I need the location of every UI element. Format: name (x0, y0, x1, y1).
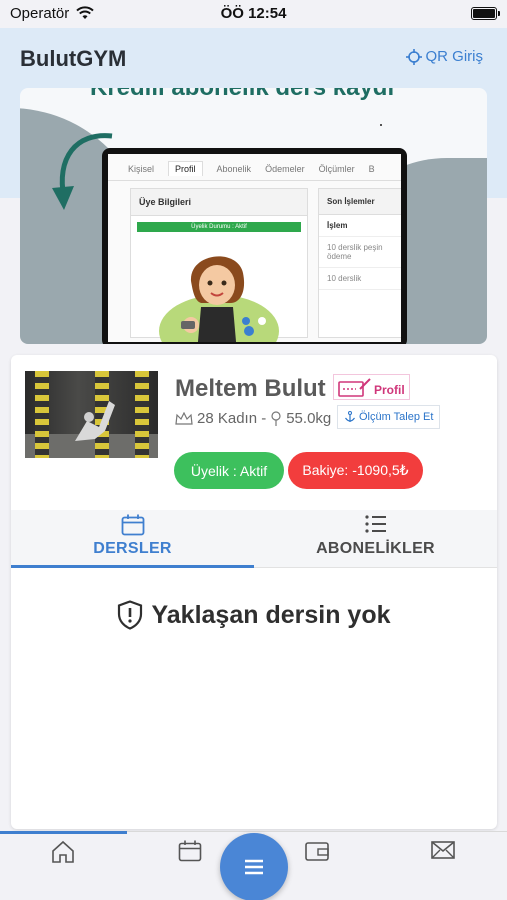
laptop-illustration: Kişisel Profil Abonelik Ödemeler Ölçümle… (102, 148, 407, 344)
app-title: BulutGYM (20, 46, 127, 71)
member-meta: 28 Kadın - 55.0kg (175, 410, 331, 427)
anchor-icon (345, 411, 355, 422)
membership-status-badge: Üyelik Durumu : Aktif (137, 222, 301, 232)
battery-icon (471, 7, 500, 20)
balance-pill[interactable]: Bakiye: -1090,5₺ (288, 452, 423, 489)
banner-decoration (380, 124, 382, 126)
qr-login-button[interactable]: QR Giriş (405, 48, 484, 65)
empty-state: Yaklaşan dersin yok (11, 600, 497, 630)
qr-scan-icon (405, 48, 422, 65)
menu-icon (245, 859, 263, 875)
avatar-illustration (159, 256, 279, 342)
tab-dersler[interactable]: DERSLER (11, 510, 254, 568)
nav-calendar[interactable] (178, 840, 208, 866)
qr-login-label: QR Giriş (425, 48, 484, 65)
wallet-icon (305, 842, 329, 861)
panel-title: Son İşlemler (319, 189, 401, 215)
weight-icon (271, 410, 281, 426)
laptop-screen: Kişisel Profil Abonelik Ödemeler Ölçümle… (108, 154, 401, 342)
empty-state-text: Yaklaşan dersin yok (151, 600, 391, 629)
screen-tab: Profil (168, 161, 203, 176)
carousel-dot-active[interactable] (258, 317, 266, 325)
transaction-row: 10 derslik peşin ödeme (319, 237, 401, 268)
tab-label: ABONELİKLER (316, 540, 435, 557)
nav-messages[interactable] (430, 840, 460, 866)
screen-tabs: Kişisel Profil Abonelik Ödemeler Ölçümle… (108, 154, 401, 181)
screen-tab: Abonelik (216, 164, 252, 174)
home-icon (52, 840, 74, 863)
member-weight: 55.0kg (286, 410, 332, 427)
member-info-panel: Üye Bilgileri Üyelik Durumu : Aktif (130, 188, 308, 342)
measurement-request-label: Ölçüm Talep Et (359, 411, 434, 423)
active-nav-indicator (0, 831, 127, 834)
calendar-icon (178, 840, 202, 862)
promo-banner[interactable]: Kredili abonelik ders kaydı Kişisel Prof… (20, 88, 487, 344)
shield-alert-icon (118, 600, 143, 630)
screen-tab: B (368, 164, 375, 174)
main-menu-button[interactable] (220, 833, 288, 900)
recent-transactions-panel: Son İşlemler İşlem 10 derslik peşin ödem… (318, 188, 401, 338)
edit-profile-icon (338, 378, 371, 397)
crown-icon (175, 411, 193, 425)
nav-home[interactable] (50, 840, 80, 866)
age-gender: 28 Kadın - (197, 410, 267, 427)
bottom-navigation (0, 831, 507, 900)
profile-link-label: Profil (374, 383, 405, 397)
screen-tab: Ödemeler (265, 164, 305, 174)
panel-title: Üye Bilgileri (131, 189, 307, 216)
screen-tab: Ölçümler (318, 164, 355, 174)
table-header: İşlem (319, 215, 401, 237)
mail-icon (431, 841, 455, 859)
status-bar: Operatör ÖÖ 12:54 (0, 0, 507, 28)
measurement-request-button[interactable]: Ölçüm Talep Et (337, 405, 441, 429)
content-tabs: DERSLER ABONELİKLER (11, 510, 497, 568)
member-name: Meltem Bulut (175, 375, 326, 402)
profile-link[interactable]: Profil (333, 374, 410, 400)
nav-wallet[interactable] (304, 840, 334, 866)
banner-caption: Kredili abonelik ders kaydı (90, 88, 394, 102)
status-time: ÖÖ 12:54 (220, 5, 287, 22)
tab-abonelikler[interactable]: ABONELİKLER (254, 510, 497, 568)
list-icon (365, 515, 386, 533)
carousel-dot[interactable] (242, 317, 250, 325)
membership-status-pill[interactable]: Üyelik : Aktif (174, 452, 284, 489)
transaction-row: 10 derslik (319, 268, 401, 290)
tab-label: DERSLER (93, 540, 172, 557)
calendar-icon (121, 514, 145, 536)
member-photo (25, 371, 158, 458)
screen-tab: Kişisel (128, 164, 155, 174)
profile-card: Meltem Bulut Profil 28 Kadın - 55.0kg Öl… (11, 355, 497, 829)
